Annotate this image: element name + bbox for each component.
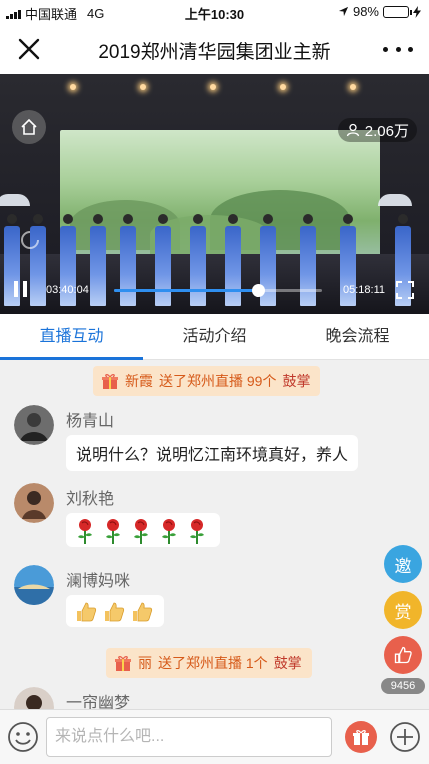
- stage-light: [210, 84, 216, 90]
- chat-message: 杨青山 说明什么？说明忆江南环境真好，养人: [14, 405, 414, 475]
- rose-icon: [102, 519, 130, 544]
- invite-button[interactable]: 邀: [384, 545, 422, 583]
- chat-username: 一帘幽梦: [66, 695, 131, 709]
- rose-icon: [186, 519, 214, 544]
- plus-icon[interactable]: [389, 721, 421, 753]
- fullscreen-icon[interactable]: [395, 280, 415, 300]
- gift-text: 送了郑州直播 1个: [158, 655, 268, 671]
- avatar[interactable]: [14, 687, 54, 709]
- tab-live-interaction[interactable]: 直播互动: [0, 314, 143, 360]
- chat-message: 一帘幽梦: [14, 687, 414, 709]
- progress-fill: [114, 289, 258, 292]
- reward-button[interactable]: 赏: [384, 591, 422, 629]
- tab-event-intro[interactable]: 活动介绍: [143, 314, 286, 359]
- tab-bar: 直播互动 活动介绍 晚会流程: [0, 314, 429, 360]
- chat-bubble: [66, 595, 164, 627]
- status-right: 98%: [338, 4, 421, 19]
- more-options-icon[interactable]: [383, 38, 413, 60]
- like-count: 9456: [381, 678, 425, 694]
- battery-percent: 98%: [352, 4, 379, 19]
- location-arrow-icon: [338, 6, 349, 17]
- stage-light: [140, 84, 146, 90]
- gift-icon: [115, 656, 131, 671]
- avatar[interactable]: [14, 483, 54, 523]
- avatar[interactable]: [14, 405, 54, 445]
- rose-icon: [74, 519, 102, 544]
- gift-button[interactable]: [345, 721, 377, 753]
- rose-icon: [158, 519, 186, 544]
- player-controls: 03:40:04 05:18:11: [0, 276, 429, 306]
- battery-icon: [383, 5, 412, 18]
- stage-light: [70, 84, 76, 90]
- avatar[interactable]: [14, 565, 54, 605]
- stage-backdrop: [60, 130, 380, 260]
- close-icon[interactable]: [16, 36, 42, 62]
- current-time: 03:40:04: [46, 284, 89, 296]
- gift-item: 鼓掌: [282, 373, 311, 389]
- chat-bubble: 说明什么？说明忆江南环境真好，养人: [66, 435, 359, 471]
- gift-notice: 丽 送了郑州直播 1个 鼓掌: [106, 648, 312, 678]
- page-title: 2019郑州清华园集团业主新: [98, 42, 331, 63]
- gift-icon: [102, 374, 118, 389]
- viewer-count: 2.06万: [337, 118, 417, 142]
- viewer-count-value: 2.06万: [364, 122, 409, 140]
- tab-program-schedule[interactable]: 晚会流程: [286, 314, 429, 359]
- input-bar: [0, 709, 429, 764]
- gift-notice: 新霞 送了郑州直播 99个 鼓掌: [93, 366, 321, 396]
- gift-item: 鼓掌: [273, 655, 302, 671]
- gift-icon: [353, 730, 369, 745]
- chat-message: 澜博妈咪: [14, 565, 414, 640]
- video-player[interactable]: 2.06万 03:40:04 05:18:11: [0, 74, 429, 314]
- gift-text: 送了郑州直播 99个: [159, 373, 277, 389]
- stage-light: [350, 84, 356, 90]
- gift-sender: 新霞: [125, 373, 153, 389]
- chat-username: 刘秋艳: [66, 491, 115, 508]
- rose-icon: [130, 519, 158, 544]
- progress-bar[interactable]: [114, 284, 322, 297]
- gift-sender: 丽: [138, 655, 152, 671]
- thumbs-up-icon: [394, 646, 412, 664]
- comment-input[interactable]: [46, 717, 332, 757]
- chat-username: 澜博妈咪: [66, 573, 131, 590]
- thumbs-up-icon: [74, 602, 102, 622]
- total-time: 05:18:11: [343, 284, 386, 296]
- pause-icon[interactable]: [14, 281, 32, 299]
- emoji-icon[interactable]: [7, 721, 39, 753]
- status-bar: 中国联通 4G 上午10:30 98%: [0, 0, 429, 24]
- umbrella: [378, 194, 412, 206]
- progress-knob[interactable]: [251, 284, 265, 297]
- person-icon: [346, 123, 359, 137]
- chat-list[interactable]: 新霞 送了郑州直播 99个 鼓掌 杨青山 说明什么？说明忆江南环境真好，养人 刘…: [0, 361, 429, 709]
- thumbs-up-icon: [130, 602, 158, 622]
- charging-bolt-icon: [413, 5, 421, 18]
- home-button[interactable]: [12, 110, 46, 144]
- thumbs-up-icon: [102, 602, 130, 622]
- stage-light: [280, 84, 286, 90]
- umbrella: [0, 194, 30, 206]
- nav-bar: 2019郑州清华园集团业主新: [0, 24, 429, 74]
- chat-username: 杨青山: [66, 413, 115, 430]
- refresh-icon[interactable]: [16, 226, 44, 254]
- like-button[interactable]: [384, 636, 422, 674]
- chat-message: 刘秋艳: [14, 483, 414, 558]
- home-icon: [21, 118, 37, 135]
- chat-bubble: [66, 513, 220, 547]
